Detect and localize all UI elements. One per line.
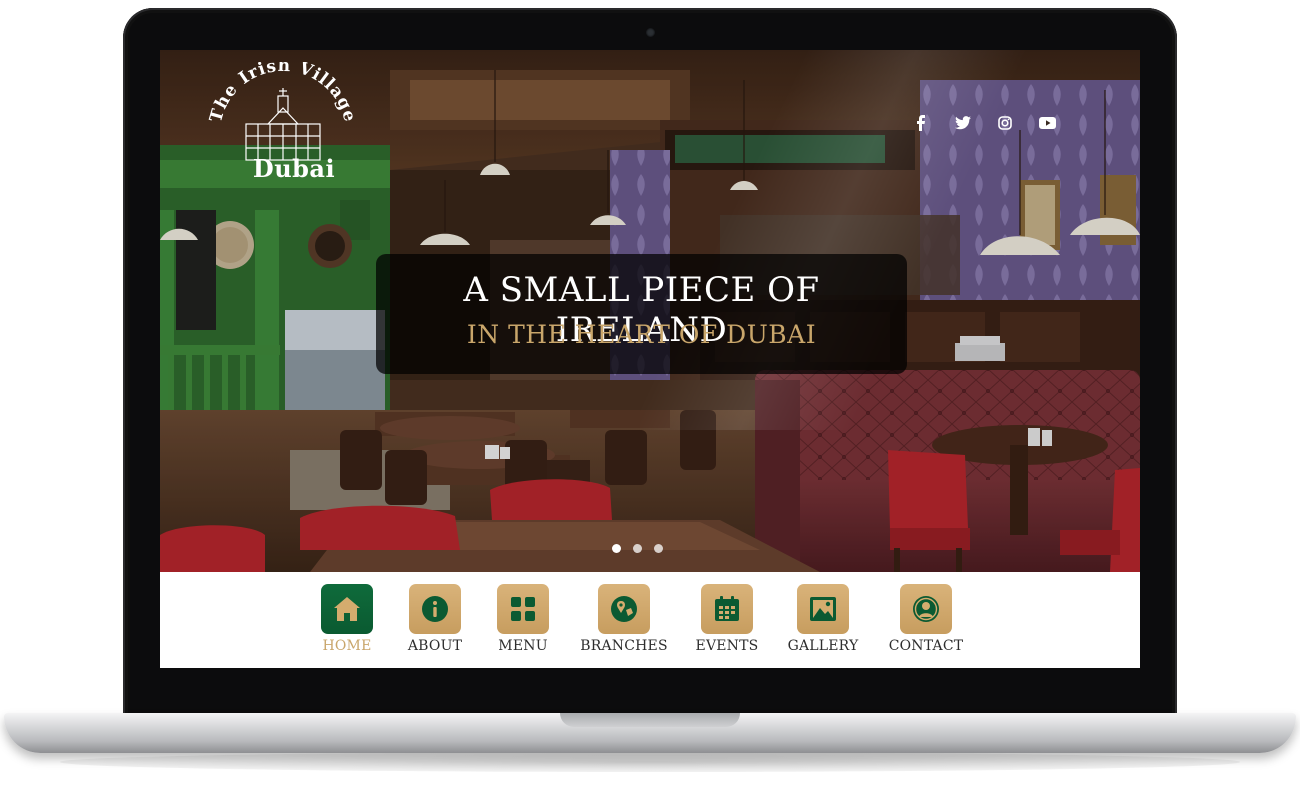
nav-tile: [598, 584, 650, 634]
instagram-icon[interactable]: [984, 112, 1026, 134]
grid-icon: [511, 597, 535, 621]
slider-dot-2[interactable]: [633, 544, 642, 553]
nav-tile: [409, 584, 461, 634]
social-links: [900, 112, 1068, 134]
laptop-notch: [560, 713, 740, 727]
nav-label-menu: MENU: [498, 638, 548, 654]
user-icon: [913, 596, 939, 622]
webcam: [646, 28, 655, 37]
nav-label-contact: CONTACT: [888, 638, 964, 654]
nav-label-events: EVENTS: [695, 638, 759, 654]
nav-label-branches: BRANCHES: [580, 638, 668, 654]
laptop-shadow: [60, 752, 1240, 772]
hero-headline-box: A SMALL PIECE OF IRELAND IN THE HEART OF…: [376, 254, 907, 374]
nav-item-gallery[interactable]: GALLERY: [773, 584, 873, 654]
youtube-icon[interactable]: [1026, 112, 1068, 134]
nav-label-gallery: GALLERY: [787, 638, 859, 654]
nav-item-menu[interactable]: MENU: [473, 584, 573, 654]
info-icon: [422, 596, 448, 622]
nav-label-about: ABOUT: [407, 638, 463, 654]
slider-dot-3[interactable]: [654, 544, 663, 553]
slider-dot-1[interactable]: [612, 544, 621, 553]
website-screen: The Irish Village Dubai A SMALL PIECE OF…: [160, 50, 1140, 668]
nav-tile: [797, 584, 849, 634]
twitter-icon[interactable]: [942, 112, 984, 134]
main-nav: HOME ABOUT MENU BRANCHES EVENTS GALLERY …: [160, 572, 1140, 668]
logo-city: Dubai: [252, 154, 336, 183]
hero-slider: The Irish Village Dubai A SMALL PIECE OF…: [160, 50, 1140, 572]
hero-subheadline: IN THE HEART OF DUBAI: [466, 320, 817, 349]
nav-tile: [321, 584, 373, 634]
nav-item-branches[interactable]: BRANCHES: [574, 584, 674, 654]
slider-dots: [612, 544, 663, 553]
nav-item-events[interactable]: EVENTS: [677, 584, 777, 654]
calendar-icon: [715, 596, 739, 621]
facebook-icon[interactable]: [900, 112, 942, 134]
home-icon: [334, 597, 360, 621]
nav-item-home[interactable]: HOME: [297, 584, 397, 654]
map-pin-icon: [611, 596, 637, 622]
nav-label-home: HOME: [322, 638, 372, 654]
nav-tile: [900, 584, 952, 634]
nav-item-about[interactable]: ABOUT: [385, 584, 485, 654]
nav-tile: [701, 584, 753, 634]
image-icon: [810, 597, 836, 621]
nav-item-contact[interactable]: CONTACT: [876, 584, 976, 654]
nav-tile: [497, 584, 549, 634]
